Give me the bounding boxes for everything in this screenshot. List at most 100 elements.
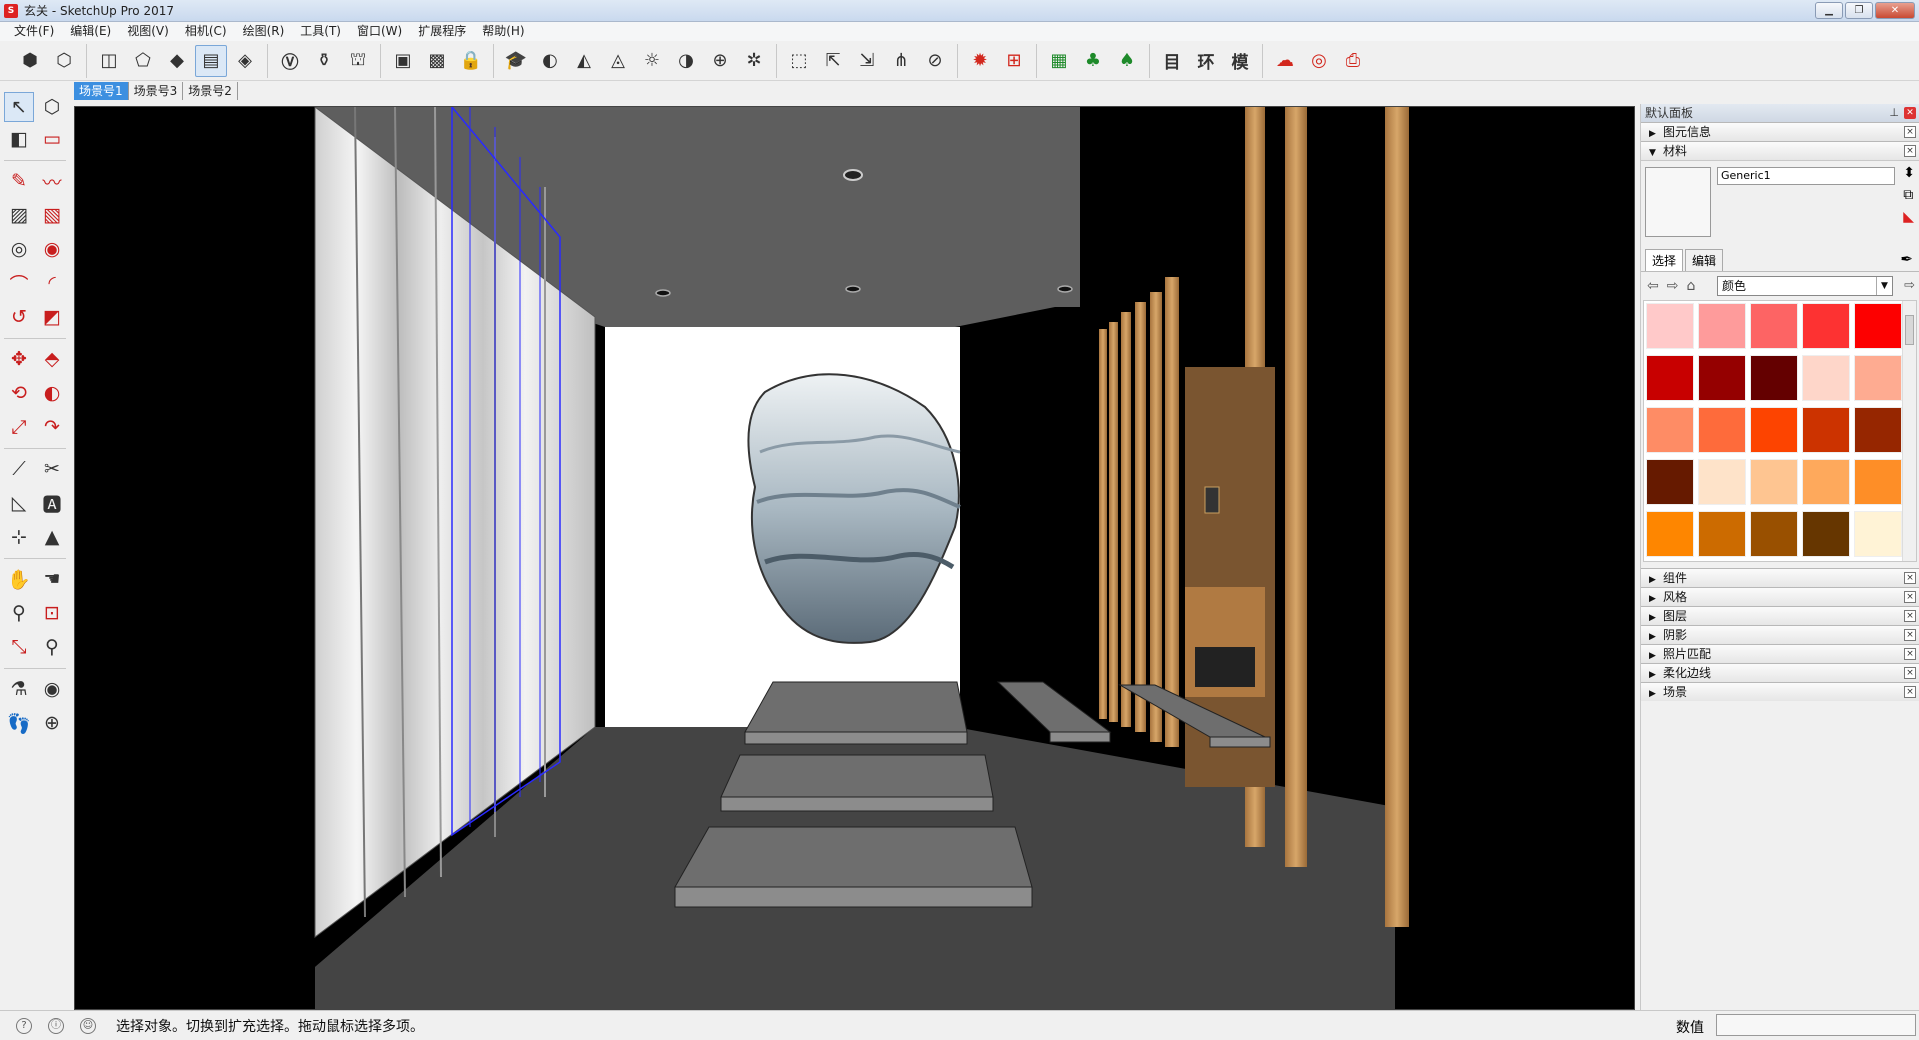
- menu-tools[interactable]: 工具(T): [292, 22, 349, 41]
- section-plane-icon[interactable]: ⊕: [37, 708, 67, 738]
- look-around-icon[interactable]: ◉: [37, 674, 67, 704]
- make-component-icon[interactable]: ⬡: [37, 92, 67, 122]
- zoom-window-icon[interactable]: ⊡: [37, 598, 67, 628]
- material-swatch[interactable]: [1802, 355, 1850, 401]
- menu-camera[interactable]: 相机(C): [177, 22, 235, 41]
- mo-button[interactable]: 模: [1224, 45, 1256, 77]
- material-swatch[interactable]: [1802, 407, 1850, 453]
- scrollbar-thumb[interactable]: [1905, 315, 1914, 345]
- material-swatch[interactable]: [1646, 303, 1694, 349]
- text-tool-icon[interactable]: 🅰: [37, 488, 67, 518]
- restore-button[interactable]: ❐: [1845, 2, 1873, 19]
- freehand-tool-icon[interactable]: 〰: [37, 166, 67, 196]
- menu-view[interactable]: 视图(V): [119, 22, 177, 41]
- tray-materials[interactable]: ▼ 材料 ×: [1641, 141, 1919, 160]
- tray-close-icon[interactable]: ×: [1904, 591, 1916, 603]
- zoom-extents-icon[interactable]: ⤡: [4, 632, 34, 662]
- tree-settings-icon[interactable]: ♠: [1111, 45, 1143, 77]
- tray-close-icon[interactable]: ✕: [1904, 107, 1916, 119]
- tray-close-icon[interactable]: ×: [1904, 629, 1916, 641]
- textured-style-icon[interactable]: ▤: [195, 44, 227, 77]
- create-material-icon[interactable]: ⧉: [1903, 187, 1915, 203]
- pan-tool-icon[interactable]: ☚: [37, 564, 67, 594]
- interactive-render-icon[interactable]: ▩: [421, 45, 453, 77]
- orbit-tool-icon[interactable]: ✋: [4, 564, 34, 594]
- select-tool-icon[interactable]: ↖: [4, 92, 34, 122]
- rotated-rectangle-icon[interactable]: ▧: [37, 200, 67, 230]
- fur-icon[interactable]: ⋔: [885, 45, 917, 77]
- previous-view-icon[interactable]: ⚲: [37, 632, 67, 662]
- material-swatch[interactable]: [1750, 511, 1798, 557]
- material-swatch[interactable]: [1646, 511, 1694, 557]
- material-swatch[interactable]: [1750, 355, 1798, 401]
- default-material-icon[interactable]: ◣: [1903, 209, 1915, 225]
- material-swatch[interactable]: [1750, 459, 1798, 505]
- material-swatch[interactable]: [1698, 407, 1746, 453]
- tab-select[interactable]: 选择: [1645, 249, 1684, 271]
- info-icon[interactable]: ⓘ: [48, 1017, 64, 1034]
- back-arrow-icon[interactable]: ⇦: [1647, 278, 1659, 294]
- user-icon[interactable]: ☺: [80, 1017, 96, 1034]
- menu-edit[interactable]: 编辑(E): [62, 22, 119, 41]
- material-swatch[interactable]: [1646, 407, 1694, 453]
- tray-close-icon[interactable]: ×: [1904, 145, 1916, 157]
- material-swatch[interactable]: [1802, 459, 1850, 505]
- menu-window[interactable]: 窗口(W): [349, 22, 410, 41]
- rectangle-tool-icon[interactable]: ▨: [4, 200, 34, 230]
- eyedropper-icon[interactable]: ✒: [1900, 250, 1913, 268]
- scale-tool-icon[interactable]: ⤢: [4, 412, 34, 442]
- collection-select[interactable]: 颜色 ▼: [1717, 276, 1893, 296]
- pie-tool-icon[interactable]: ◩: [37, 302, 67, 332]
- material-name-field[interactable]: Generic1: [1717, 167, 1895, 185]
- home-icon[interactable]: ⌂: [1686, 278, 1695, 294]
- material-swatch[interactable]: [1854, 303, 1902, 349]
- render-options-icon[interactable]: ⛫: [342, 45, 374, 77]
- tray-close-icon[interactable]: ×: [1904, 686, 1916, 698]
- material-swatch[interactable]: [1854, 459, 1902, 505]
- mu-button[interactable]: 目: [1156, 45, 1188, 77]
- tab-scene-2[interactable]: 场景号2: [183, 82, 238, 100]
- tray-layers[interactable]: ▶ 图层 ×: [1641, 606, 1919, 625]
- model-viewport[interactable]: [74, 106, 1635, 1010]
- measurements-input[interactable]: [1716, 1014, 1916, 1036]
- tray-close-icon[interactable]: ×: [1904, 667, 1916, 679]
- menu-draw[interactable]: 绘图(R): [235, 22, 293, 41]
- swatch-scrollbar[interactable]: [1902, 301, 1916, 561]
- details-arrow-icon[interactable]: ⇨: [1904, 278, 1915, 293]
- protractor-icon[interactable]: ◺: [4, 488, 34, 518]
- menu-extensions[interactable]: 扩展程序: [410, 22, 474, 41]
- tray-close-icon[interactable]: ×: [1904, 648, 1916, 660]
- gear-red-icon[interactable]: ✹: [964, 45, 996, 77]
- paint-bucket-icon[interactable]: ◧: [4, 124, 34, 154]
- tab-scene-3[interactable]: 场景号3: [129, 82, 184, 100]
- minimize-button[interactable]: ▁: [1815, 2, 1843, 19]
- material-swatch[interactable]: [1698, 303, 1746, 349]
- tray-styles[interactable]: ▶ 风格 ×: [1641, 587, 1919, 606]
- clipper-icon[interactable]: ⊘: [919, 45, 951, 77]
- tab-edit[interactable]: 编辑: [1685, 249, 1724, 271]
- material-swatch[interactable]: [1646, 355, 1694, 401]
- tray-entity-info[interactable]: ▶ 图元信息 ×: [1641, 122, 1919, 141]
- eraser-icon[interactable]: ▭: [37, 124, 67, 154]
- xray-style-icon[interactable]: ◫: [93, 45, 125, 77]
- follow-me-icon[interactable]: ◐: [37, 378, 67, 408]
- material-swatch[interactable]: [1646, 459, 1694, 505]
- sphere-light-icon[interactable]: ◐: [534, 45, 566, 77]
- tab-scene-1[interactable]: 场景号1: [74, 82, 129, 100]
- close-button[interactable]: ✕: [1875, 2, 1915, 19]
- location-icon[interactable]: ◎: [1303, 45, 1335, 77]
- camera-light-icon[interactable]: 🎓: [500, 45, 532, 77]
- rotate-tool-icon[interactable]: ⟲: [4, 378, 34, 408]
- omni-light-icon[interactable]: ☼: [636, 45, 668, 77]
- lock-icon[interactable]: 🔒: [455, 45, 487, 77]
- position-camera-icon[interactable]: ⚗: [4, 674, 34, 704]
- forward-arrow-icon[interactable]: ⇨: [1667, 278, 1679, 294]
- help-icon[interactable]: ?: [16, 1017, 32, 1034]
- image-green-icon[interactable]: ▦: [1043, 45, 1075, 77]
- display-secondary-icon[interactable]: ⬍: [1903, 165, 1915, 181]
- extension-warehouse-icon[interactable]: ⬡: [48, 45, 80, 77]
- monochrome-style-icon[interactable]: ◈: [229, 45, 261, 77]
- material-swatch[interactable]: [1802, 303, 1850, 349]
- grid-red-icon[interactable]: ⊞: [998, 45, 1030, 77]
- two-point-arc-icon[interactable]: ◜: [37, 268, 67, 298]
